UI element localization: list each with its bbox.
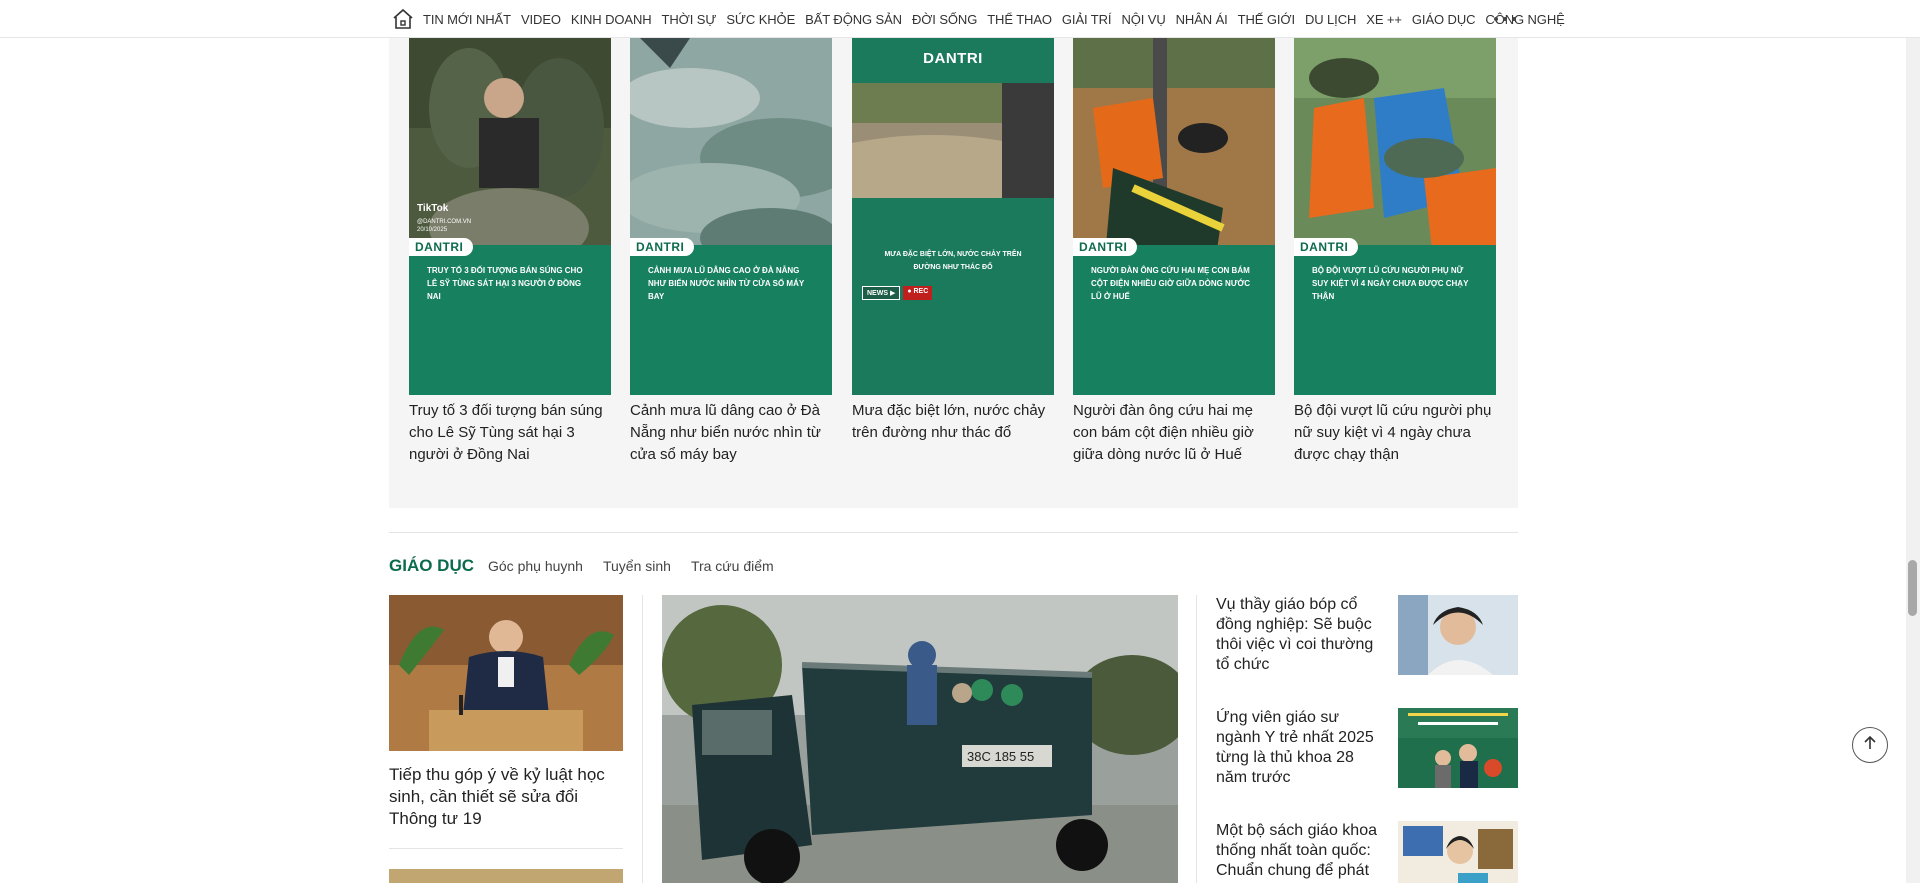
- video-card[interactable]: DANTRI CẢNH MƯA LŨ DÂNG CAO Ở ĐÀ NẴNG NH…: [630, 38, 832, 466]
- video-thumbnail[interactable]: DANTRI BỘ ĐỘI VƯỢT LŨ CỨU NGƯỜI PHỤ NỮ S…: [1294, 38, 1496, 395]
- nav-item-giai-tri[interactable]: GIẢI TRÍ: [1057, 12, 1117, 27]
- svg-text:38C 185 55: 38C 185 55: [967, 749, 1034, 764]
- dantri-logo: DANTRI: [409, 238, 473, 256]
- nav-item-suc-khoe[interactable]: SỨC KHỎE: [721, 12, 800, 27]
- arrow-up-icon: [1862, 735, 1878, 756]
- article-thumbnail[interactable]: [1398, 821, 1518, 883]
- nav-item-kinh-doanh[interactable]: KINH DOANH: [566, 12, 657, 27]
- video-overlay-caption: BỘ ĐỘI VƯỢT LŨ CỨU NGƯỜI PHỤ NỮ SUY KIỆT…: [1312, 266, 1469, 301]
- video-thumbnail[interactable]: DANTRI NGƯỜI ĐÀN ÔNG CỨU HAI MẸ CON BÁM …: [1073, 38, 1275, 395]
- video-thumbnail[interactable]: DANTRI MƯA ĐẶC BIỆT LỚN, NƯỚC CHẢY TRÊN …: [852, 38, 1054, 395]
- video-card[interactable]: DANTRI MƯA ĐẶC BIỆT LỚN, NƯỚC CHẢY TRÊN …: [852, 38, 1054, 444]
- back-to-top-button[interactable]: [1852, 727, 1888, 763]
- dantri-logo: DANTRI: [923, 50, 983, 67]
- video-title[interactable]: Mưa đặc biệt lớn, nước chảy trên đường n…: [852, 400, 1054, 444]
- video-overlay-caption: CẢNH MƯA LŨ DÂNG CAO Ở ĐÀ NẴNG NHƯ BIỂN …: [648, 266, 805, 301]
- nav-item-nhan-ai[interactable]: NHÂN ÁI: [1171, 12, 1233, 27]
- nav-item-the-gioi[interactable]: THẾ GIỚI: [1233, 12, 1300, 27]
- more-dots-icon[interactable]: [1494, 11, 1516, 27]
- nav-item-xe[interactable]: XE ++: [1361, 12, 1407, 27]
- article-thumbnail[interactable]: [1398, 708, 1518, 788]
- article-title[interactable]: Ứng viên giáo sư ngành Y trẻ nhất 2025 t…: [1216, 708, 1384, 788]
- article-thumbnail[interactable]: [1398, 595, 1518, 675]
- list-item[interactable]: Vụ thầy giáo bóp cổ đồng nghiệp: Sẽ buộc…: [1216, 595, 1518, 675]
- video-overlay-caption: NGƯỜI ĐÀN ÔNG CỨU HAI MẸ CON BÁM CỘT ĐIỆ…: [1091, 266, 1251, 301]
- video-thumbnail[interactable]: TikTok @dantri.com.vn 20/10/2025 DANTRI T…: [409, 38, 611, 395]
- video-title[interactable]: Truy tố 3 đối tượng bán súng cho Lê Sỹ T…: [409, 400, 611, 466]
- section-divider: [389, 532, 1518, 533]
- dantri-logo: DANTRI: [630, 238, 694, 256]
- nav-item-thoi-su[interactable]: THỜI SỰ: [657, 12, 722, 27]
- nav-item-tin-moi-nhat[interactable]: TIN MỚI NHẤT: [418, 12, 516, 27]
- video-strip: TikTok @dantri.com.vn 20/10/2025 DANTRI T…: [389, 38, 1518, 508]
- nav-item-the-thao[interactable]: THỂ THAO: [982, 12, 1057, 27]
- video-overlay-caption: TRUY TỐ 3 ĐỐI TƯỢNG BÁN SÚNG CHO LÊ SỸ T…: [427, 266, 583, 301]
- video-title[interactable]: Người đàn ông cứu hai mẹ con bám cột điệ…: [1073, 400, 1275, 466]
- article-image[interactable]: [389, 595, 623, 751]
- video-title[interactable]: Bộ đội vượt lũ cứu người phụ nữ suy kiệt…: [1294, 400, 1496, 466]
- section-sub-tuyen-sinh[interactable]: Tuyển sinh: [603, 558, 671, 574]
- article-title[interactable]: Một bộ sách giáo khoa thống nhất toàn qu…: [1216, 821, 1384, 881]
- list-divider: [389, 848, 623, 849]
- nav-item-doi-song[interactable]: ĐỜI SỐNG: [907, 12, 982, 27]
- section-header: GIÁO DỤC Góc phụ huynh Tuyển sinh Tra cứ…: [389, 556, 794, 576]
- nav-item-du-lich[interactable]: DU LỊCH: [1300, 12, 1361, 27]
- article-image[interactable]: [389, 869, 623, 883]
- top-navigation: TIN MỚI NHẤT VIDEO KINH DOANH THỜI SỰ SỨ…: [0, 0, 1920, 38]
- article-title[interactable]: Tiếp thu góp ý về kỷ luật học sinh, cần …: [389, 764, 623, 830]
- scrollbar-thumb[interactable]: [1908, 560, 1917, 616]
- video-date: @dantri.com.vn 20/10/2025: [417, 219, 472, 233]
- dantri-logo: DANTRI: [1294, 238, 1358, 256]
- nav-item-noi-vu[interactable]: NỘI VỤ: [1116, 12, 1170, 27]
- section-title[interactable]: GIÁO DỤC: [389, 556, 474, 576]
- article-title[interactable]: Vụ thầy giáo bóp cổ đồng nghiệp: Sẽ buộc…: [1216, 595, 1384, 675]
- news-badge: NEWS ▶: [862, 286, 901, 300]
- scrollbar-track[interactable]: [1906, 0, 1920, 883]
- nav-item-video[interactable]: VIDEO: [516, 12, 566, 27]
- featured-article-image[interactable]: 38C 185 55: [662, 595, 1178, 883]
- video-card[interactable]: TikTok @dantri.com.vn 20/10/2025 DANTRI T…: [409, 38, 611, 466]
- rec-badge: ● REC: [903, 286, 933, 300]
- video-overlay-caption: MƯA ĐẶC BIỆT LỚN, NƯỚC CHẢY TRÊN ĐƯỜNG N…: [884, 251, 1022, 271]
- nav-item-bat-dong-san[interactable]: BẤT ĐỘNG SẢN: [800, 12, 907, 27]
- video-title[interactable]: Cảnh mưa lũ dâng cao ở Đà Nẵng như biển …: [630, 400, 832, 466]
- video-card[interactable]: DANTRI BỘ ĐỘI VƯỢT LŨ CỨU NGƯỜI PHỤ NỮ S…: [1294, 38, 1496, 466]
- dantri-logo: DANTRI: [1073, 238, 1137, 256]
- nav-menu: TIN MỚI NHẤT VIDEO KINH DOANH THỜI SỰ SỨ…: [418, 0, 1570, 38]
- list-item[interactable]: Một bộ sách giáo khoa thống nhất toàn qu…: [1216, 821, 1518, 883]
- column-divider: [642, 595, 643, 883]
- nav-item-giao-duc[interactable]: GIÁO DỤC: [1407, 12, 1480, 27]
- section-sub-goc-phu-huynh[interactable]: Góc phụ huynh: [488, 558, 583, 574]
- video-badges: NEWS ▶ ● REC: [862, 286, 933, 300]
- left-article: Tiếp thu góp ý về kỷ luật học sinh, cần …: [389, 595, 623, 883]
- home-icon[interactable]: [391, 7, 415, 31]
- video-thumbnail[interactable]: DANTRI CẢNH MƯA LŨ DÂNG CAO Ở ĐÀ NẴNG NH…: [630, 38, 832, 395]
- video-card[interactable]: DANTRI NGƯỜI ĐÀN ÔNG CỨU HAI MẸ CON BÁM …: [1073, 38, 1275, 466]
- section-sub-tra-cuu-diem[interactable]: Tra cứu điểm: [691, 558, 774, 574]
- list-item[interactable]: Ứng viên giáo sư ngành Y trẻ nhất 2025 t…: [1216, 708, 1518, 788]
- tiktok-watermark: TikTok: [417, 203, 449, 214]
- column-divider: [1196, 595, 1197, 883]
